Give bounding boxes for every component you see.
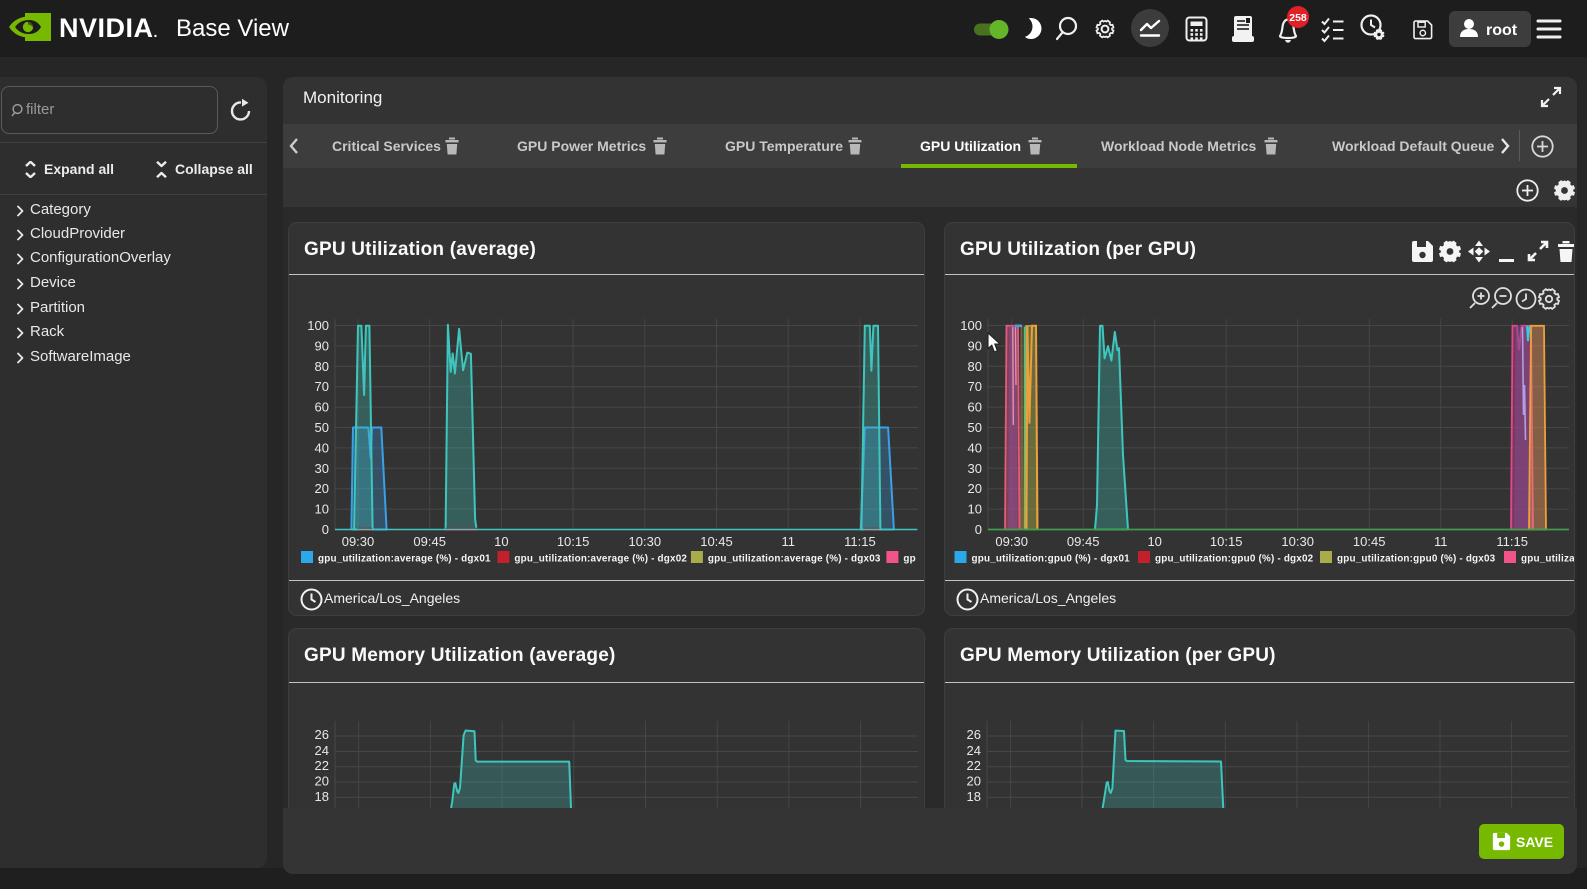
svg-text:11: 11 [1434,534,1448,549]
svg-text:11:15: 11:15 [1496,534,1528,549]
svg-text:gpu_utilization:average (%) -: gpu_utilization:average (%) - dgx02 [514,554,687,565]
svg-text:70: 70 [315,379,329,394]
svg-text:root: root [1486,22,1518,39]
svg-text:50: 50 [315,420,329,435]
svg-text:10:30: 10:30 [629,534,662,549]
svg-text:90: 90 [315,338,329,353]
svg-text:20: 20 [315,774,329,789]
svg-text:10:45: 10:45 [1353,534,1386,549]
svg-text:10: 10 [1147,534,1161,549]
svg-text:10: 10 [494,534,508,549]
svg-text:80: 80 [968,359,982,374]
svg-text:100: 100 [960,318,982,333]
svg-text:09:45: 09:45 [413,534,446,549]
svg-text:11: 11 [781,534,795,549]
svg-text:gpu_utiliza: gpu_utiliza [1521,554,1575,565]
svg-text:100: 100 [307,318,329,333]
svg-text:11:15: 11:15 [844,534,876,549]
svg-text:10:45: 10:45 [700,534,733,549]
svg-text:0: 0 [322,522,329,537]
svg-text:60: 60 [315,400,329,415]
svg-text:gpu_utilization:average (%) -: gpu_utilization:average (%) - dgx01 [318,554,491,565]
svg-text:gpu_utilization:gpu0 (%) - dgx: gpu_utilization:gpu0 (%) - dgx03 [1337,554,1496,565]
svg-text:20: 20 [968,481,982,496]
svg-text:24: 24 [967,743,981,758]
svg-text:30: 30 [315,461,329,476]
svg-text:80: 80 [315,359,329,374]
svg-text:09:45: 09:45 [1067,534,1100,549]
svg-text:09:30: 09:30 [995,534,1028,549]
svg-text:10:30: 10:30 [1281,534,1314,549]
svg-text:10:15: 10:15 [1210,534,1243,549]
svg-text:22: 22 [967,758,981,773]
svg-text:20: 20 [967,774,981,789]
svg-text:26: 26 [967,727,981,742]
svg-text:0: 0 [975,522,982,537]
svg-text:22: 22 [315,758,329,773]
svg-text:gpu_utilization:gpu0 (%) - dgx: gpu_utilization:gpu0 (%) - dgx02 [1155,554,1314,565]
svg-text:70: 70 [968,379,982,394]
svg-text:16: 16 [967,805,981,808]
svg-text:18: 18 [967,789,981,804]
svg-text:16: 16 [315,805,329,808]
svg-text:50: 50 [968,420,982,435]
svg-text:10: 10 [315,502,329,517]
svg-text:gpu_utilization:gpu0 (%) - dgx: gpu_utilization:gpu0 (%) - dgx01 [972,554,1131,565]
svg-text:24: 24 [315,743,329,758]
svg-text:40: 40 [968,440,982,455]
svg-text:20: 20 [315,481,329,496]
svg-text:10: 10 [968,502,982,517]
svg-text:18: 18 [315,789,329,804]
svg-text:60: 60 [968,400,982,415]
svg-text:258: 258 [1289,12,1307,24]
svg-text:90: 90 [968,338,982,353]
svg-text:30: 30 [968,461,982,476]
svg-text:gpu_utilization:average (%) -: gpu_utilization:average (%) - dgx03 [708,554,881,565]
svg-text:40: 40 [315,440,329,455]
svg-text:09:30: 09:30 [342,534,375,549]
svg-text:gp: gp [903,554,915,565]
svg-text:26: 26 [315,727,329,742]
svg-text:10:15: 10:15 [557,534,590,549]
